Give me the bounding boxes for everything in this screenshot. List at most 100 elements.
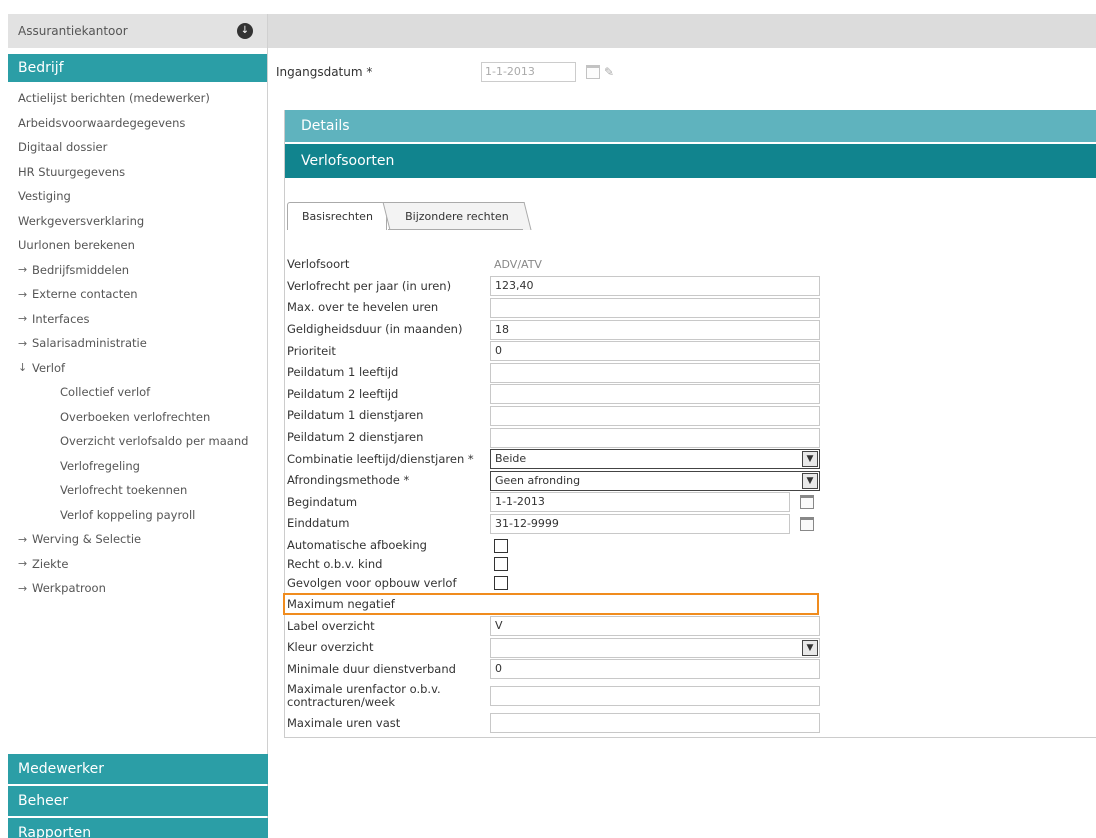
gevolgen-checkbox[interactable]: [494, 576, 508, 591]
sidebar-item-label: Ziekte: [32, 556, 69, 571]
sidebar-item-label: Werving & Selectie: [32, 532, 142, 547]
organization-name: Assurantiekantoor: [18, 24, 128, 38]
section-beheer[interactable]: Beheer: [8, 786, 268, 816]
verlofrecht-label: Verlofrecht per jaar (in uren): [287, 278, 452, 293]
geldigheid-input[interactable]: 18: [490, 319, 820, 340]
verlofsoorten-header[interactable]: Verlofsoorten: [285, 144, 1096, 178]
sidebar-item-label: Verlofrecht toekennen: [60, 483, 188, 498]
tab-bijzondere-rechten[interactable]: Bijzondere rechten: [382, 202, 532, 230]
chevron-down-icon[interactable]: ▼: [802, 472, 818, 489]
row-combinatie: Combinatie leeftijd/dienstjaren * Beide …: [287, 448, 827, 470]
row-prioriteit: Prioriteit 0: [287, 340, 827, 362]
sidebar-item-20[interactable]: → Werkpatroon: [8, 576, 267, 601]
ingangsdatum-input[interactable]: 1-1-2013: [481, 62, 576, 82]
arrow-right-icon: →: [18, 336, 28, 350]
geldigheid-label: Geldigheidsduur (in maanden): [287, 322, 463, 337]
sidebar-item-11[interactable]: ↓ Verlof: [8, 356, 267, 381]
max-over-input[interactable]: [490, 297, 820, 318]
peil1-leeftijd-input[interactable]: [490, 362, 820, 383]
nav-list: Actielijst berichten (medewerker) Arbeids…: [8, 82, 267, 601]
min-duur-input[interactable]: 0: [490, 659, 820, 680]
section-medewerker[interactable]: Medewerker: [8, 754, 268, 784]
row-peil2-dienst: Peildatum 2 dienstjaren: [287, 427, 827, 449]
verlofsoort-value: ADV/ATV: [494, 258, 542, 272]
chevron-down-icon[interactable]: ▼: [802, 451, 818, 468]
sidebar-item-8[interactable]: → Externe contacten: [8, 282, 267, 307]
sidebar-item-18[interactable]: → Werving & Selectie: [8, 527, 267, 552]
row-peil1-leeftijd: Peildatum 1 leeftijd: [287, 362, 827, 384]
tab-basisrechten[interactable]: Basisrechten: [287, 202, 387, 230]
sidebar-item-10[interactable]: → Salarisadministratie: [8, 331, 267, 356]
sidebar-item-4[interactable]: Vestiging: [8, 184, 267, 209]
calendar-icon[interactable]: [800, 516, 814, 531]
sidebar-item-16[interactable]: Verlofrecht toekennen: [8, 478, 267, 503]
sidebar-item-3[interactable]: HR Stuurgegevens: [8, 160, 267, 185]
row-einddatum: Einddatum 31-12-9999: [287, 513, 827, 535]
label-overzicht-input[interactable]: V: [490, 616, 820, 637]
prioriteit-input[interactable]: 0: [490, 341, 820, 362]
section-rapporten[interactable]: Rapporten: [8, 818, 268, 838]
details-header[interactable]: Details: [285, 110, 1096, 142]
kleur-label: Kleur overzicht: [287, 640, 374, 655]
sidebar-item-label: Overzicht verlofsaldo per maand: [60, 434, 249, 449]
begindatum-label: Begindatum: [287, 494, 358, 509]
sidebar-item-label: Vestiging: [18, 189, 71, 204]
afronding-value: Geen afronding: [495, 473, 581, 487]
verlofsoort-label: Verlofsoort: [287, 257, 350, 272]
row-geldigheid: Geldigheidsduur (in maanden) 18: [287, 319, 827, 341]
arrow-right-icon: →: [18, 581, 28, 595]
sidebar-item-label: Externe contacten: [32, 287, 138, 302]
edit-icon[interactable]: ✎: [604, 65, 614, 79]
row-max-over: Max. over te hevelen uren: [287, 297, 827, 319]
calendar-icon[interactable]: [800, 495, 814, 510]
sidebar-item-label: Bedrijfsmiddelen: [32, 262, 130, 277]
peil2-leeftijd-input[interactable]: [490, 384, 820, 405]
arrow-down-icon: ↓: [18, 361, 28, 375]
sidebar-item-5[interactable]: Werkgeversverklaring: [8, 209, 267, 234]
sidebar-item-15[interactable]: Verlofregeling: [8, 454, 267, 479]
sidebar-item-12[interactable]: Collectief verlof: [8, 380, 267, 405]
section-bedrijf[interactable]: Bedrijf: [8, 54, 267, 82]
sidebar-item-label: Verlof: [32, 360, 66, 375]
max-uren-vast-input[interactable]: [490, 713, 820, 734]
peil2-dienst-input[interactable]: [490, 427, 820, 448]
peil1-dienst-input[interactable]: [490, 405, 820, 426]
auto-afboeking-checkbox[interactable]: [494, 538, 508, 553]
recht-kind-checkbox[interactable]: [494, 557, 508, 572]
peil1-leeftijd-label: Peildatum 1 leeftijd: [287, 365, 399, 380]
sidebar-item-14[interactable]: Overzicht verlofsaldo per maand: [8, 429, 267, 454]
combinatie-select[interactable]: Beide ▼: [490, 449, 820, 470]
afronding-select[interactable]: Geen afronding ▼: [490, 470, 820, 491]
peil1-dienst-label: Peildatum 1 dienstjaren: [287, 408, 424, 423]
arrow-right-icon: →: [18, 532, 28, 546]
row-max-uren-vast: Maximale uren vast: [287, 712, 827, 734]
organization-selector[interactable]: Assurantiekantoor ↓: [8, 14, 267, 48]
tab-bijzondere-rechten-label: Bijzondere rechten: [405, 210, 509, 223]
arrow-right-icon: →: [18, 263, 28, 277]
sidebar-item-6[interactable]: Uurlonen berekenen: [8, 233, 267, 258]
auto-afboeking-label: Automatische afboeking: [287, 538, 427, 553]
calendar-icon[interactable]: [586, 65, 600, 79]
label-overzicht-label: Label overzicht: [287, 618, 375, 633]
sidebar-item-17[interactable]: Verlof koppeling payroll: [8, 503, 267, 528]
row-gevolgen: Gevolgen voor opbouw verlof: [287, 572, 827, 594]
sidebar-item-0[interactable]: Actielijst berichten (medewerker): [8, 86, 267, 111]
combinatie-label: Combinatie leeftijd/dienstjaren *: [287, 451, 474, 466]
sidebar-item-2[interactable]: Digitaal dossier: [8, 135, 267, 160]
verlofrecht-input[interactable]: 123,40: [490, 276, 820, 297]
chevron-down-icon[interactable]: ▼: [802, 639, 818, 656]
einddatum-input[interactable]: 31-12-9999: [490, 513, 790, 534]
sidebar-item-19[interactable]: → Ziekte: [8, 552, 267, 577]
kleur-select[interactable]: ▼: [490, 637, 820, 658]
tab-basisrechten-label: Basisrechten: [302, 210, 373, 223]
sidebar-item-1[interactable]: Arbeidsvoorwaardegegevens: [8, 111, 267, 136]
max-urenfactor-input[interactable]: [490, 686, 820, 707]
row-recht-kind: Recht o.b.v. kind: [287, 556, 827, 572]
sidebar-item-label: Verlof koppeling payroll: [60, 507, 196, 522]
max-urenfactor-label: Maximale urenfactor o.b.v. contracturen/…: [287, 682, 441, 710]
sidebar-item-9[interactable]: → Interfaces: [8, 307, 267, 332]
arrow-down-icon[interactable]: ↓: [237, 23, 253, 39]
begindatum-input[interactable]: 1-1-2013: [490, 492, 790, 513]
sidebar-item-7[interactable]: → Bedrijfsmiddelen: [8, 258, 267, 283]
sidebar-item-13[interactable]: Overboeken verlofrechten: [8, 405, 267, 430]
